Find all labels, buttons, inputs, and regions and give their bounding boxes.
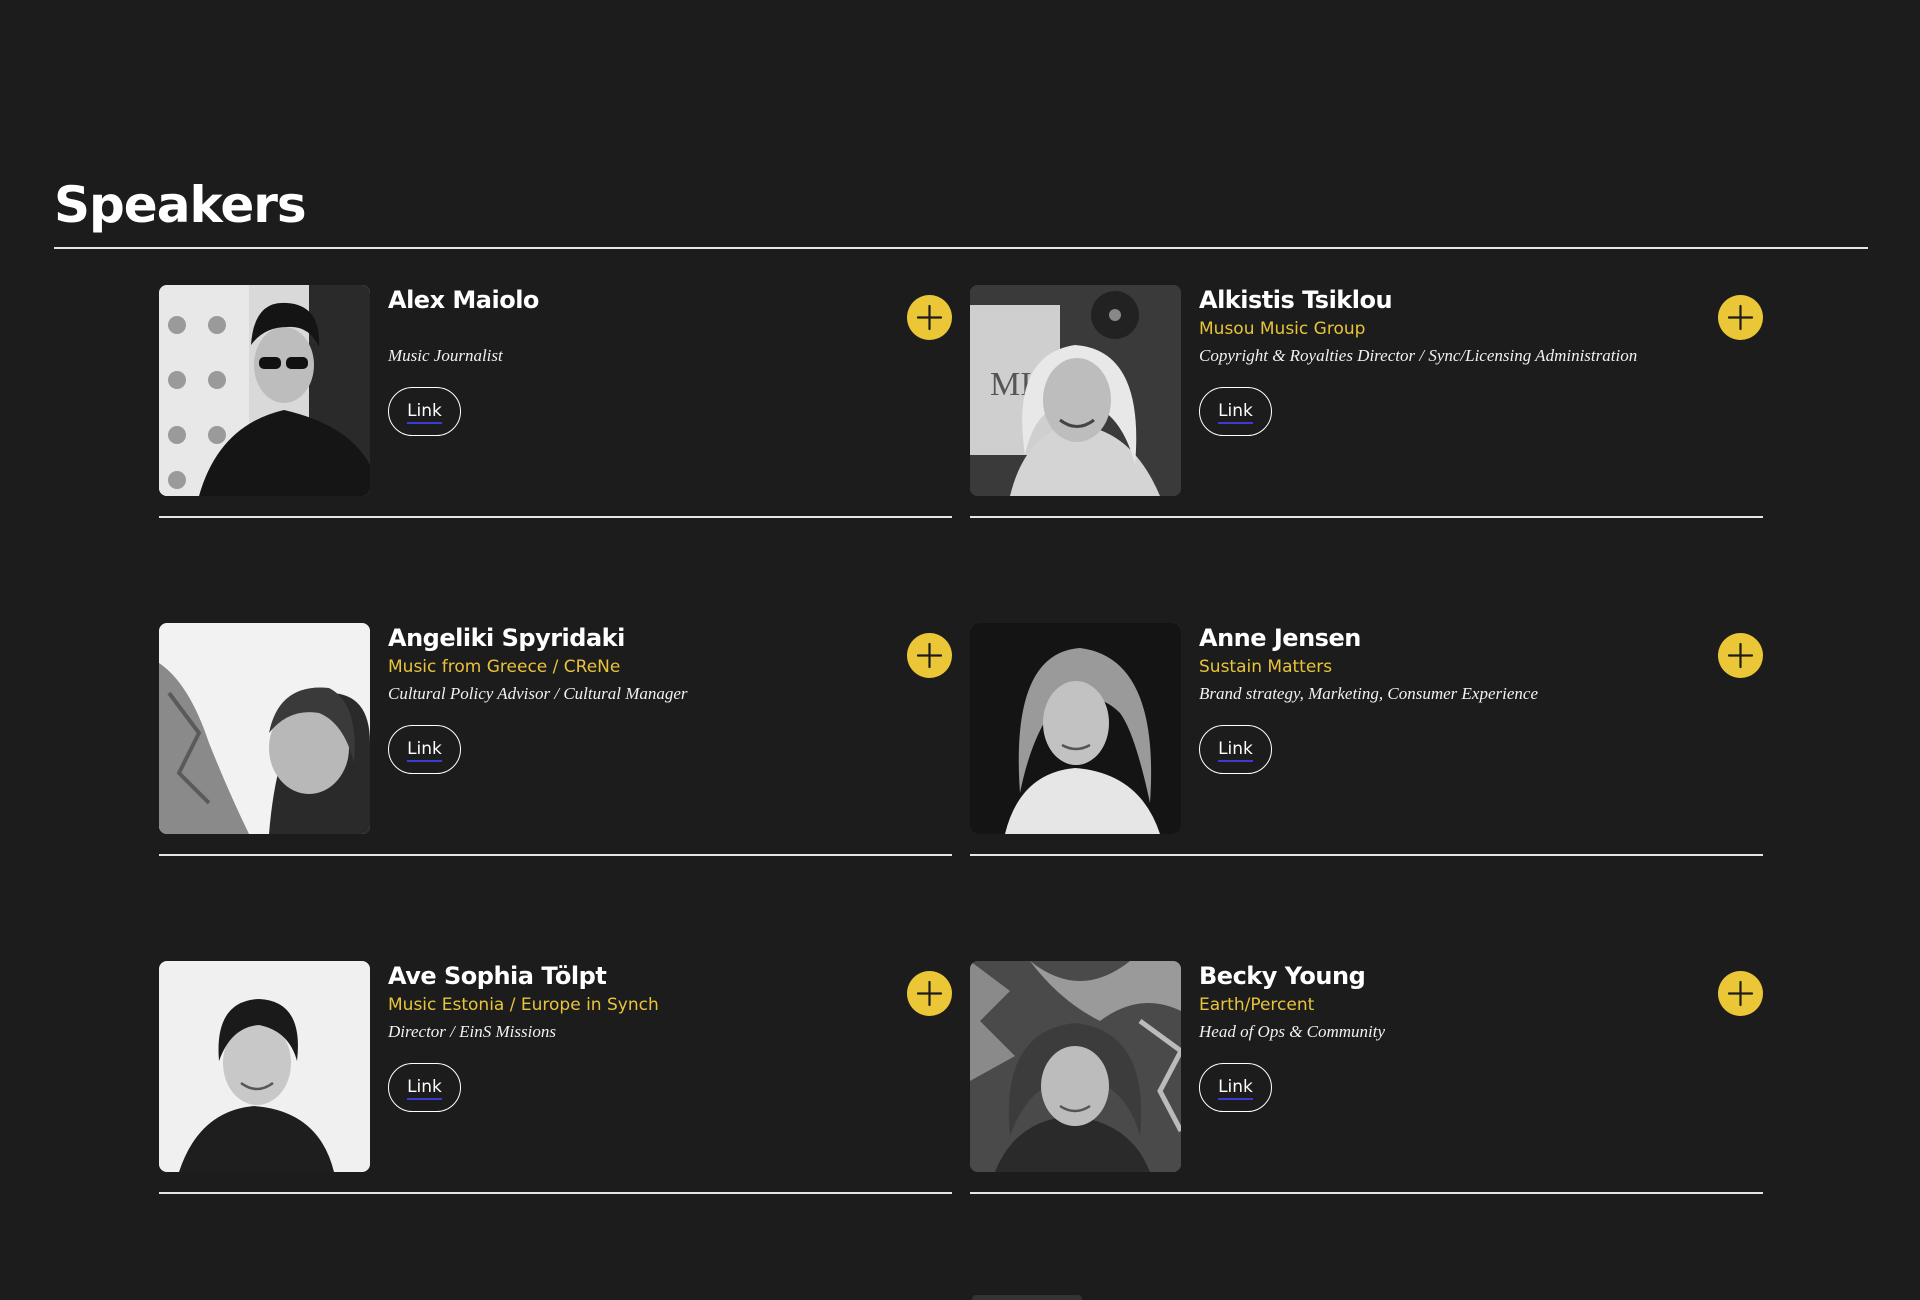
plus-icon <box>1727 980 1754 1007</box>
expand-speaker-button[interactable] <box>1718 971 1763 1016</box>
speaker-card: Ave Sophia Tölpt Music Estonia / Europe … <box>159 961 952 1194</box>
speaker-photo <box>159 623 370 834</box>
speaker-link-label: Link <box>407 1077 442 1100</box>
speaker-role: Head of Ops & Community <box>1199 1022 1386 1041</box>
speaker-link-label: Link <box>407 739 442 762</box>
speaker-name: Becky Young <box>1199 962 1366 990</box>
speaker-grid: Alex Maiolo Music Journalist Link MI Alk… <box>159 285 1763 1194</box>
speakers-page: Speakers Alex Maiolo Music Journalist Li… <box>0 0 1920 1300</box>
speaker-organization: Sustain Matters <box>1199 657 1333 677</box>
speaker-role: Director / EinS Missions <box>388 1022 556 1041</box>
speaker-photo <box>970 623 1181 834</box>
section-title: Speakers <box>54 176 307 234</box>
speaker-card: Angeliki Spyridaki Music from Greece / C… <box>159 623 952 856</box>
speaker-role: Music Journalist <box>388 346 503 365</box>
speaker-organization: Music Estonia / Europe in Synch <box>388 995 659 1015</box>
plus-icon <box>916 980 943 1007</box>
speaker-role: Copyright & Royalties Director / Sync/Li… <box>1199 346 1638 365</box>
speaker-link-button[interactable]: Link <box>388 1063 461 1112</box>
speaker-photo: MI <box>970 285 1181 496</box>
speaker-info: Angeliki Spyridaki Music from Greece / C… <box>388 623 888 774</box>
speaker-info: Anne Jensen Sustain Matters Brand strate… <box>1199 623 1699 774</box>
speaker-organization: Music from Greece / CReNe <box>388 657 621 677</box>
speaker-link-label: Link <box>1218 739 1253 762</box>
speaker-link-label: Link <box>1218 1077 1253 1100</box>
speaker-card: Anne Jensen Sustain Matters Brand strate… <box>970 623 1763 856</box>
speaker-link-button[interactable]: Link <box>1199 1063 1272 1112</box>
plus-icon <box>1727 642 1754 669</box>
speaker-name: Alex Maiolo <box>388 286 539 314</box>
speaker-role: Cultural Policy Advisor / Cultural Manag… <box>388 684 688 703</box>
speaker-link-button[interactable]: Link <box>388 387 461 436</box>
speaker-info: Ave Sophia Tölpt Music Estonia / Europe … <box>388 961 888 1112</box>
speaker-card: Becky Young Earth/Percent Head of Ops & … <box>970 961 1763 1194</box>
speaker-link-label: Link <box>407 401 442 424</box>
next-card-edge <box>972 1295 1082 1300</box>
expand-speaker-button[interactable] <box>1718 295 1763 340</box>
speaker-photo <box>159 961 370 1172</box>
expand-speaker-button[interactable] <box>907 633 952 678</box>
expand-speaker-button[interactable] <box>907 971 952 1016</box>
expand-speaker-button[interactable] <box>1718 633 1763 678</box>
speaker-info: Becky Young Earth/Percent Head of Ops & … <box>1199 961 1699 1112</box>
section-divider <box>54 247 1868 249</box>
speaker-link-button[interactable]: Link <box>1199 387 1272 436</box>
plus-icon <box>916 642 943 669</box>
speaker-organization <box>388 316 888 342</box>
speaker-organization: Earth/Percent <box>1199 995 1315 1015</box>
speaker-name: Ave Sophia Tölpt <box>388 962 607 990</box>
speaker-role: Brand strategy, Marketing, Consumer Expe… <box>1199 684 1538 703</box>
speaker-name: Alkistis Tsiklou <box>1199 286 1393 314</box>
speaker-organization: Musou Music Group <box>1199 319 1366 339</box>
speaker-link-button[interactable]: Link <box>388 725 461 774</box>
expand-speaker-button[interactable] <box>907 295 952 340</box>
speaker-name: Angeliki Spyridaki <box>388 624 625 652</box>
speaker-photo <box>970 961 1181 1172</box>
speaker-link-label: Link <box>1218 401 1253 424</box>
plus-icon <box>916 304 943 331</box>
speaker-info: Alex Maiolo Music Journalist Link <box>388 285 888 436</box>
speaker-card: Alex Maiolo Music Journalist Link <box>159 285 952 518</box>
speaker-photo <box>159 285 370 496</box>
speaker-link-button[interactable]: Link <box>1199 725 1272 774</box>
speaker-name: Anne Jensen <box>1199 624 1361 652</box>
plus-icon <box>1727 304 1754 331</box>
speaker-info: Alkistis Tsiklou Musou Music Group Copyr… <box>1199 285 1699 436</box>
speaker-card: MI Alkistis Tsiklou Musou Music Group Co… <box>970 285 1763 518</box>
